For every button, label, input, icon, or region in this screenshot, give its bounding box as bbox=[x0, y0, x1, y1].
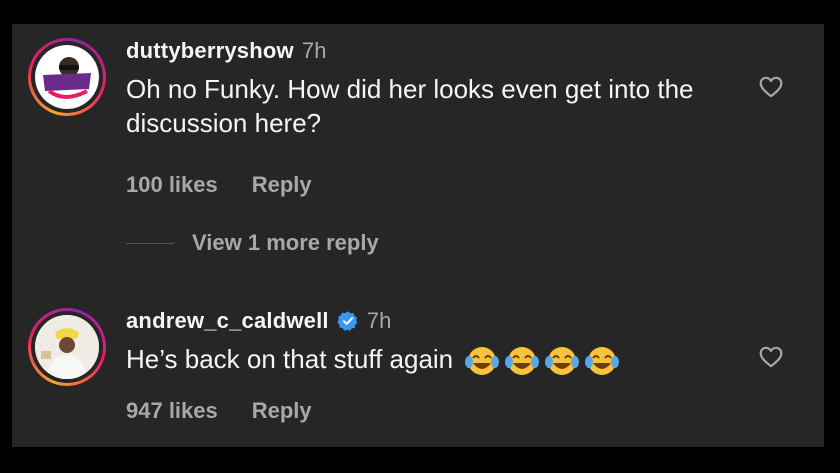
view-more-replies[interactable]: View 1 more reply bbox=[126, 230, 379, 256]
divider-line bbox=[126, 242, 174, 244]
avatar[interactable] bbox=[28, 38, 106, 116]
laughing-tears-emoji-icon bbox=[585, 347, 620, 376]
comment-meta: 100 likes Reply bbox=[126, 172, 312, 198]
heart-icon[interactable] bbox=[758, 74, 784, 100]
comment-username[interactable]: andrew_c_caldwell 7h bbox=[126, 308, 392, 334]
comment-text: He’s back on that stuff again bbox=[126, 342, 746, 377]
laughing-tears-emoji-icon bbox=[505, 347, 540, 376]
avatar[interactable] bbox=[28, 308, 106, 386]
avatar-logo-icon bbox=[35, 45, 99, 109]
comment-item: duttyberryshow 7h Oh no Funky. How did h… bbox=[28, 38, 808, 208]
laughing-tears-emoji-icon bbox=[545, 347, 580, 376]
reply-button[interactable]: Reply bbox=[252, 398, 312, 424]
comment-item: andrew_c_caldwell 7h He’s back on that s… bbox=[28, 308, 808, 438]
likes-count[interactable]: 100 likes bbox=[126, 172, 218, 198]
comment-time: 7h bbox=[366, 308, 392, 333]
avatar-photo-icon bbox=[35, 315, 99, 379]
comment-text: Oh no Funky. How did her looks even get … bbox=[126, 74, 694, 138]
comment-username[interactable]: duttyberryshow 7h bbox=[126, 38, 327, 64]
reply-button[interactable]: Reply bbox=[252, 172, 312, 198]
avatar-image bbox=[35, 45, 99, 109]
comment-text-content: He’s back on that stuff again bbox=[126, 344, 454, 374]
heart-icon[interactable] bbox=[758, 344, 784, 370]
verified-badge-icon bbox=[337, 310, 359, 332]
comments-panel: duttyberryshow 7h Oh no Funky. How did h… bbox=[12, 24, 824, 447]
likes-count[interactable]: 947 likes bbox=[126, 398, 218, 424]
avatar-image bbox=[35, 315, 99, 379]
comment-meta: 947 likes Reply bbox=[126, 398, 312, 424]
comment-time: 7h bbox=[301, 38, 327, 63]
laughing-tears-emoji-icon bbox=[465, 347, 500, 376]
